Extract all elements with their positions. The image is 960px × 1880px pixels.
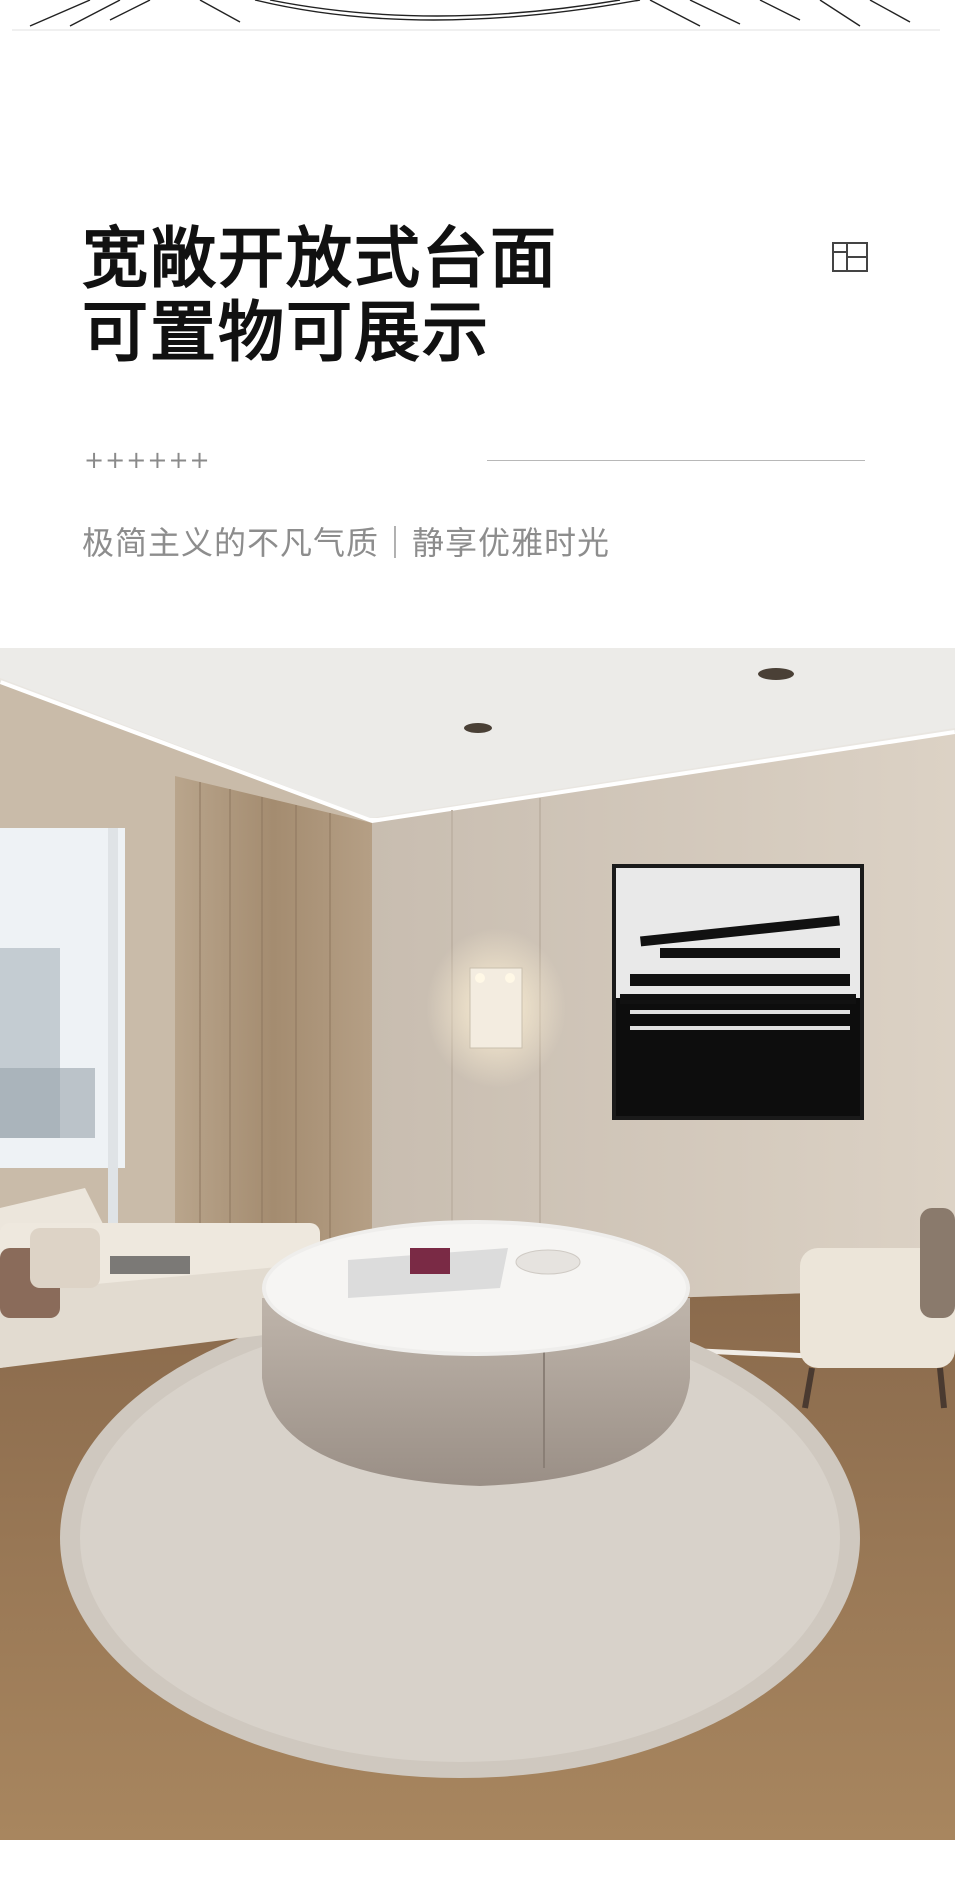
decorative-arc-sketch xyxy=(12,0,940,31)
divider-line xyxy=(487,460,865,461)
layout-panels-icon xyxy=(832,242,868,272)
headline: 宽敞开放式台面 可置物可展示 xyxy=(82,222,558,370)
headline-line-1: 宽敞开放式台面 xyxy=(82,220,558,297)
decorative-plus-marks: ++++++ xyxy=(84,446,211,474)
tagline: 极简主义的不凡气质｜静享优雅时光 xyxy=(82,524,611,562)
living-room-photo xyxy=(0,648,955,1840)
headline-line-2: 可置物可展示 xyxy=(82,294,490,371)
